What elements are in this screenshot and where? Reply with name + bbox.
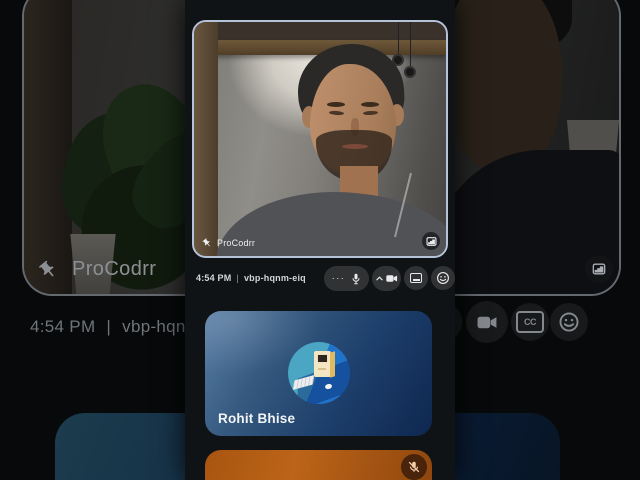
background-meeting-info: 4:54 PM | vbp-hqnm-: [30, 317, 206, 337]
pin-icon: [38, 260, 58, 280]
person-brow: [327, 102, 345, 107]
background-reactions-button: [550, 303, 588, 341]
person-brow: [361, 102, 379, 107]
muted-badge: [401, 454, 427, 480]
pin-icon: [202, 238, 212, 248]
background-time: 4:54 PM: [30, 317, 96, 336]
camera-pill[interactable]: [372, 266, 401, 291]
pendant-bulb: [404, 66, 416, 78]
phone-screenshot: ProCodrr 4:54 PM | vbp-hqnm-eiq ··· Rohi…: [185, 0, 455, 480]
speaker-label: ProCodrr: [202, 238, 255, 248]
speaker-name: ProCodrr: [217, 238, 256, 248]
participant-name: Rohit Bhise: [218, 411, 296, 426]
participant-tile-muted[interactable]: [205, 450, 432, 480]
meeting-time: 4:54 PM: [196, 273, 232, 283]
closed-captions-icon: [410, 273, 422, 283]
lamp-wire: [410, 22, 411, 68]
wood-column: [194, 22, 218, 256]
participant-tile-rohit[interactable]: Rohit Bhise: [205, 311, 432, 436]
expand-video-button[interactable]: [422, 232, 440, 250]
more-and-mic-pill[interactable]: ···: [324, 266, 369, 291]
background-camera-button: [466, 301, 508, 343]
background-captions-button: CC: [511, 303, 549, 341]
avatar: [288, 342, 350, 404]
wood-ceiling: [194, 22, 446, 42]
closed-captions-icon: CC: [516, 311, 544, 333]
more-options-icon[interactable]: ···: [332, 273, 346, 283]
meeting-code: vbp-hqnm-eiq: [243, 273, 306, 283]
emoji-smile-icon: [436, 271, 450, 285]
captions-button[interactable]: [404, 266, 428, 290]
info-separator: |: [236, 273, 239, 283]
emoji-smile-icon: [558, 311, 580, 333]
speaker-video-tile[interactable]: ProCodrr: [192, 20, 448, 258]
microphone-off-icon: [407, 460, 421, 474]
background-separator: |: [106, 317, 112, 336]
background-expand-button: [585, 255, 613, 283]
background-speaker-label: ProCodrr: [38, 258, 156, 281]
video-camera-icon: [477, 315, 498, 330]
reactions-button[interactable]: [431, 266, 455, 290]
person-mouth: [342, 144, 368, 149]
video-call-screen: ProCodrr 4:54 PM | vbp-hqnm- CC ProCodrr…: [0, 0, 640, 480]
background-speaker-name: ProCodrr: [72, 258, 157, 280]
meeting-info-bar: 4:54 PM | vbp-hqnm-eiq: [196, 273, 306, 283]
expand-icon: [425, 236, 437, 247]
video-camera-icon: [385, 274, 398, 283]
chevron-up-icon: [375, 276, 383, 281]
lamp-wire: [398, 22, 399, 56]
microphone-icon: [351, 273, 361, 285]
